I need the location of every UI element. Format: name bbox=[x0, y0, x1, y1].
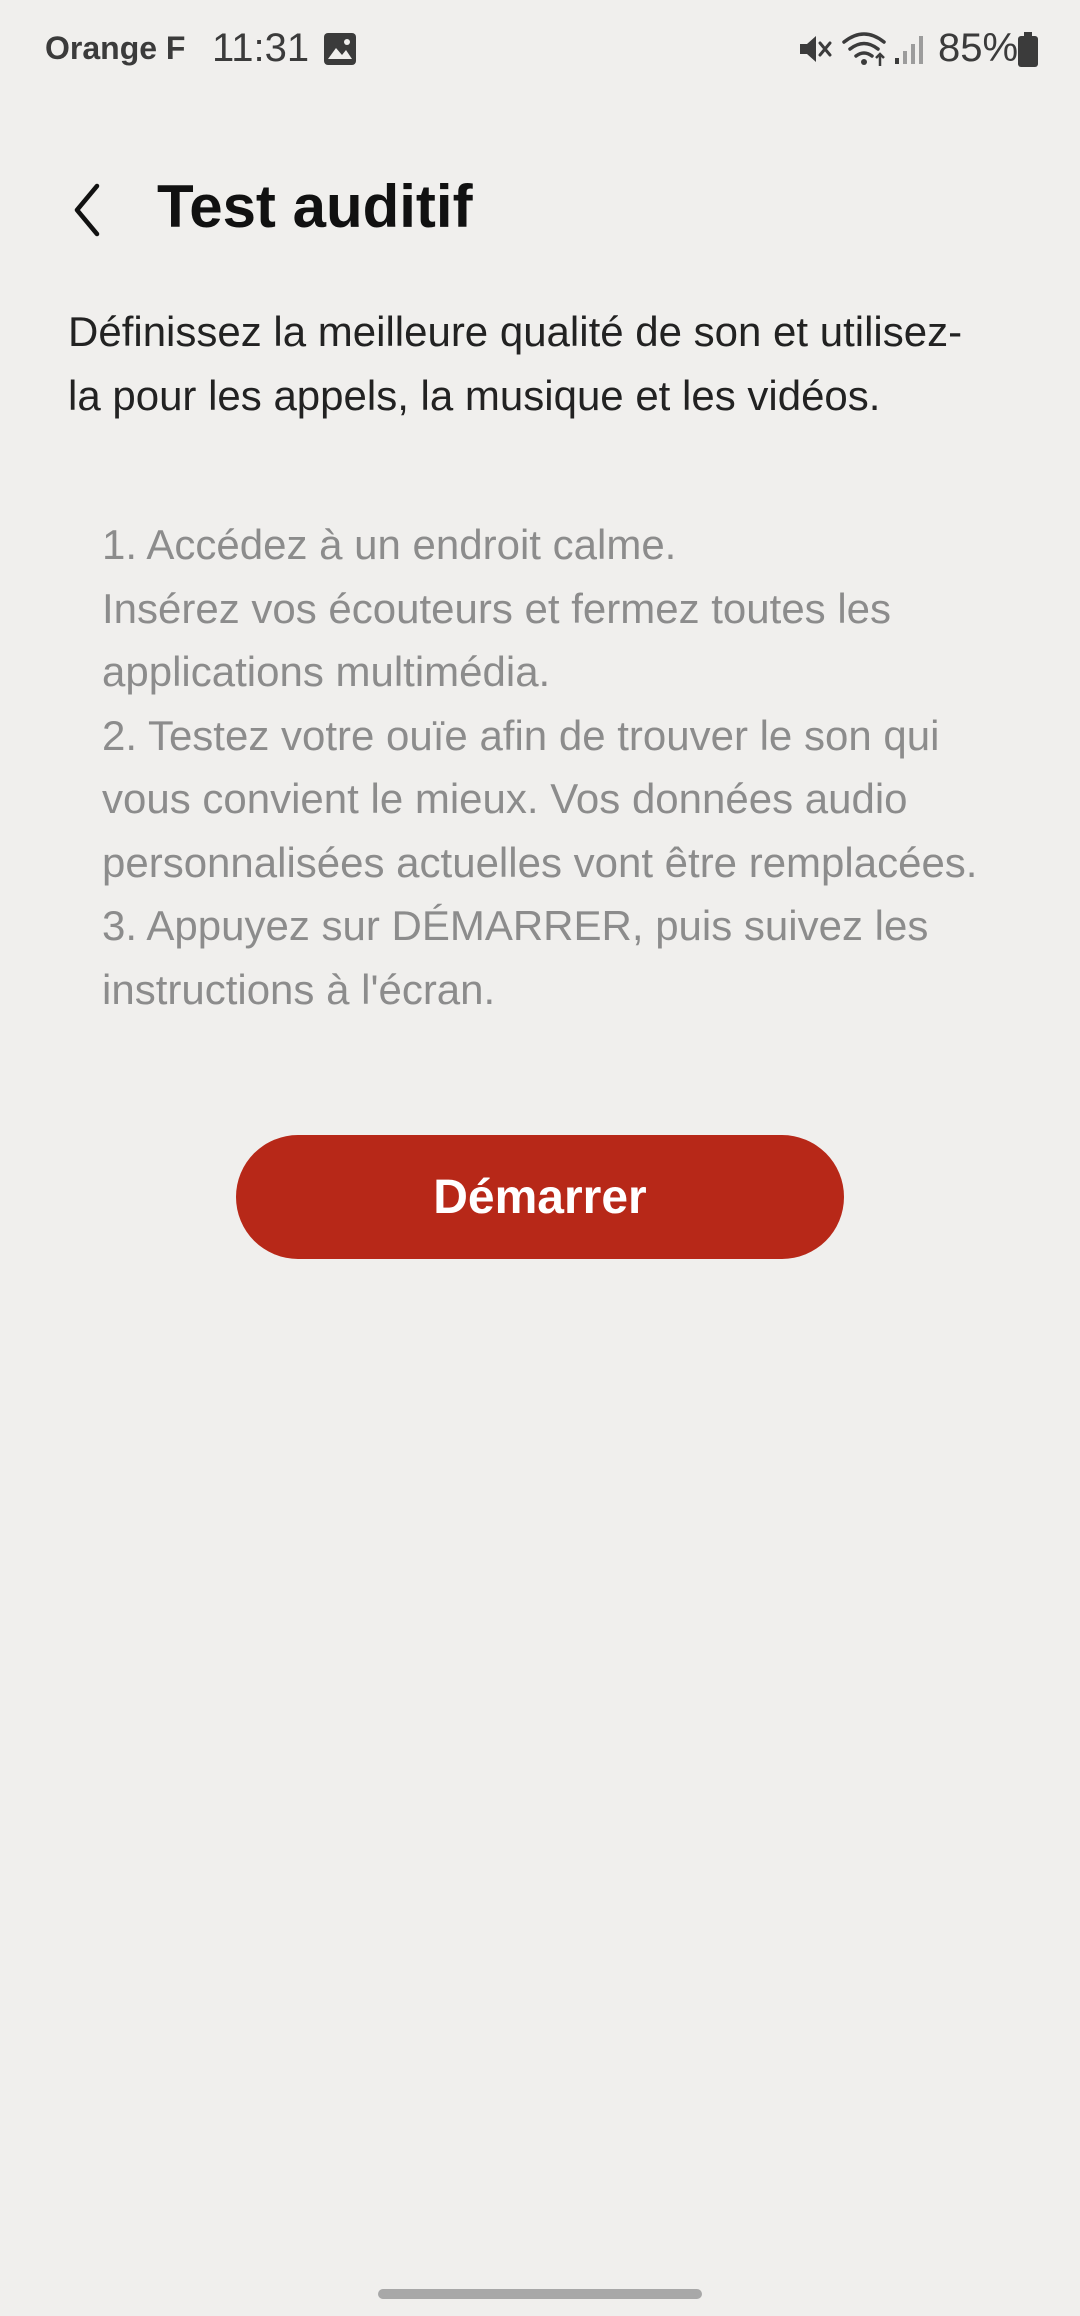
home-indicator[interactable] bbox=[378, 2289, 702, 2299]
chevron-left-icon bbox=[74, 183, 100, 237]
step-1-detail: Insérez vos écouteurs et fermez toutes l… bbox=[102, 584, 892, 696]
page-title: Test auditif bbox=[157, 173, 473, 240]
step-1: 1. Accédez à un endroit calme. bbox=[102, 521, 677, 568]
start-button[interactable]: Démarrer bbox=[236, 1135, 844, 1259]
back-button[interactable] bbox=[52, 170, 122, 250]
step-2: 2. Testez votre ouïe afin de trouver le … bbox=[102, 711, 978, 886]
gallery-icon bbox=[324, 33, 356, 65]
battery-percentage: 85% bbox=[938, 26, 1019, 70]
wifi-icon bbox=[842, 32, 886, 66]
battery-icon bbox=[1018, 32, 1038, 67]
status-bar: Orange F 11:31 85% bbox=[0, 0, 1080, 100]
steps-list: 1. Accédez à un endroit calme. Insérez v… bbox=[102, 513, 1002, 1021]
step-3: 3. Appuyez sur DÉMARRER, puis suivez les… bbox=[102, 902, 929, 1013]
intro-text: Définissez la meilleure qualité de son e… bbox=[68, 308, 963, 419]
carrier-label: Orange F bbox=[45, 30, 186, 66]
status-time: 11:31 bbox=[212, 26, 310, 70]
mute-icon bbox=[800, 36, 832, 62]
signal-icon bbox=[895, 36, 923, 64]
